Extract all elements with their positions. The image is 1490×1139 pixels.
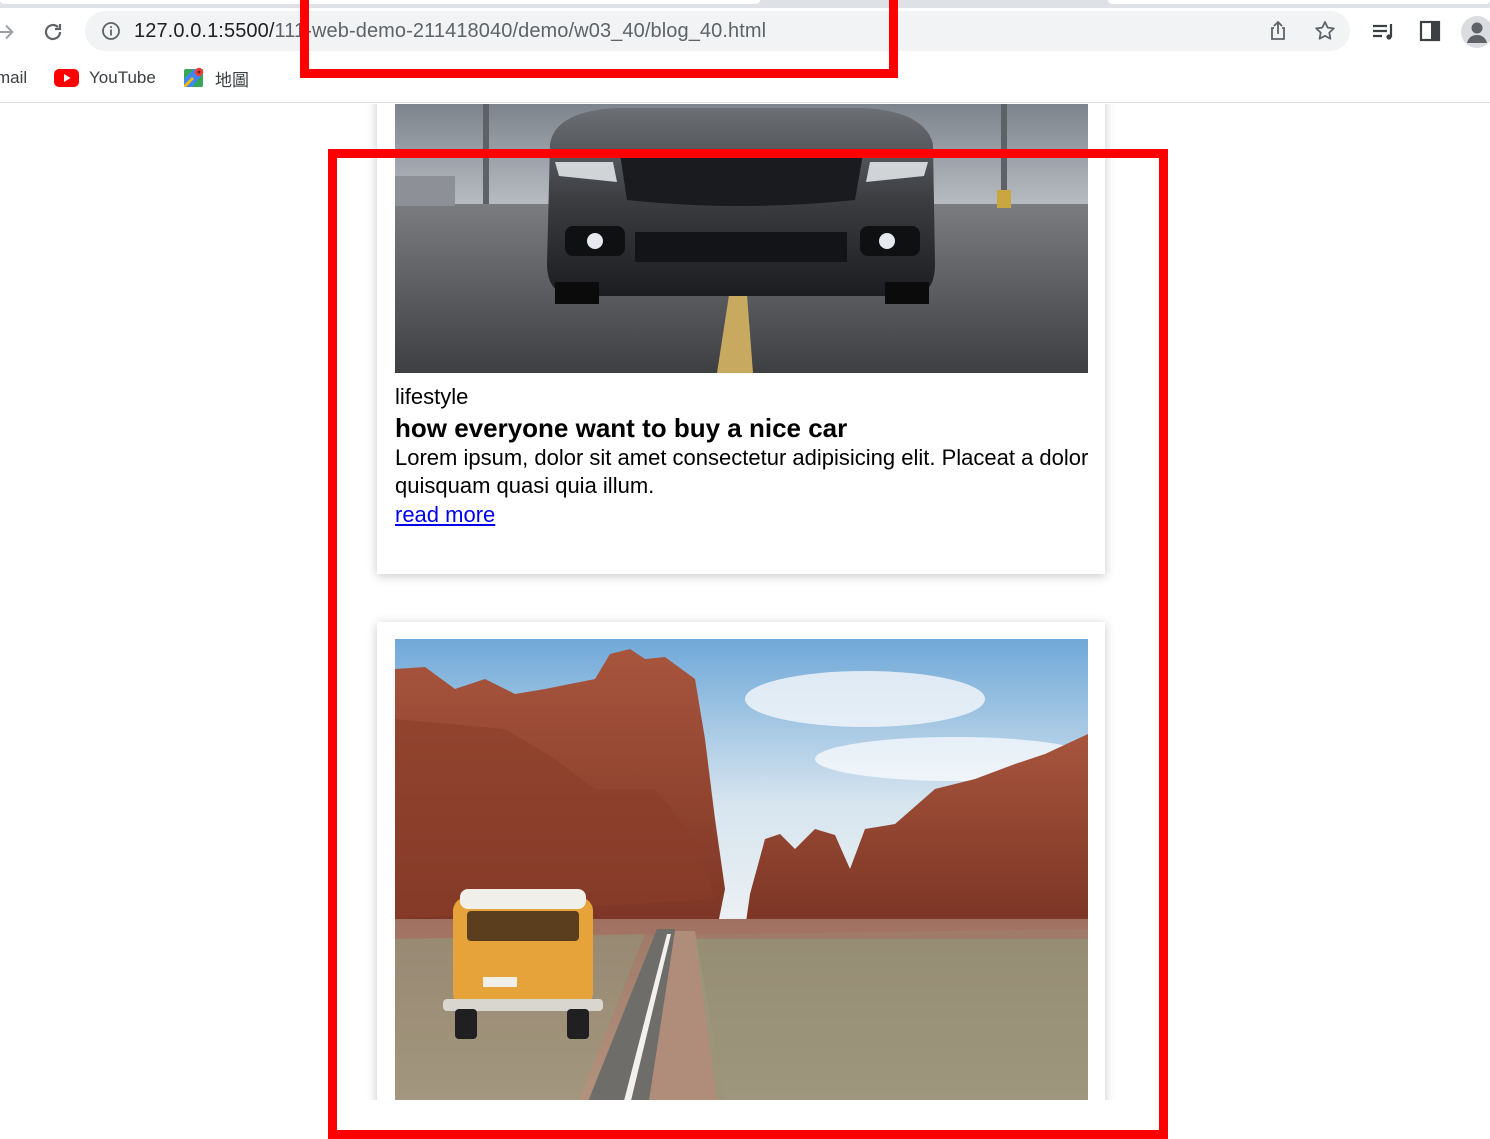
url-path: 111-web-demo-211418040/demo/w03_40/blog_…: [274, 20, 767, 42]
forward-button[interactable]: [0, 14, 24, 50]
bookmark-label: YouTube: [89, 68, 156, 87]
share-icon[interactable]: [1266, 19, 1290, 43]
active-tab[interactable]: [0, 0, 760, 4]
bookmark-label: 地圖: [215, 70, 249, 90]
bookmarks-bar: mail YouTube 地圖: [0, 56, 1490, 103]
bookmark-gmail[interactable]: mail: [0, 66, 27, 90]
url-host: 127.0.0.1:5500/: [134, 20, 275, 42]
browser-toolbar: 127.0.0.1:5500/111-web-demo-211418040/de…: [0, 8, 1490, 56]
person-icon: [1467, 22, 1487, 43]
youtube-icon: [54, 69, 79, 87]
star-icon[interactable]: [1313, 19, 1337, 43]
post-category: lifestyle: [395, 384, 469, 409]
info-icon[interactable]: [101, 21, 121, 41]
bookmark-label: mail: [0, 68, 28, 87]
bookmark-maps[interactable]: 地圖: [183, 66, 249, 90]
address-bar[interactable]: 127.0.0.1:5500/111-web-demo-211418040/de…: [85, 11, 1350, 51]
browser-tab[interactable]: [1108, 0, 1490, 4]
reload-icon: [44, 23, 62, 41]
post-title: how everyone want to buy a nice car: [395, 413, 848, 443]
blog-card: [377, 622, 1105, 1100]
desert-van-image: [395, 639, 1088, 1100]
profile-avatar[interactable]: [1461, 16, 1490, 48]
side-panel-icon[interactable]: [1419, 20, 1441, 42]
tab-strip: [0, 0, 1490, 8]
post-excerpt: Lorem ipsum, dolor sit amet consectetur …: [395, 445, 1089, 498]
page-viewport[interactable]: lifestyle how everyone want to buy a nic…: [0, 104, 1490, 1100]
blog-card: lifestyle how everyone want to buy a nic…: [377, 104, 1105, 574]
arrow-right-icon: [0, 24, 14, 40]
reload-button[interactable]: [35, 14, 71, 50]
maps-icon: [184, 67, 204, 87]
bookmark-youtube[interactable]: YouTube: [54, 66, 156, 90]
sports-car-image: [395, 104, 1088, 373]
reading-list-icon[interactable]: [1371, 20, 1397, 44]
read-more-link[interactable]: read more: [395, 502, 495, 528]
url-text[interactable]: 127.0.0.1:5500/111-web-demo-211418040/de…: [134, 20, 766, 43]
